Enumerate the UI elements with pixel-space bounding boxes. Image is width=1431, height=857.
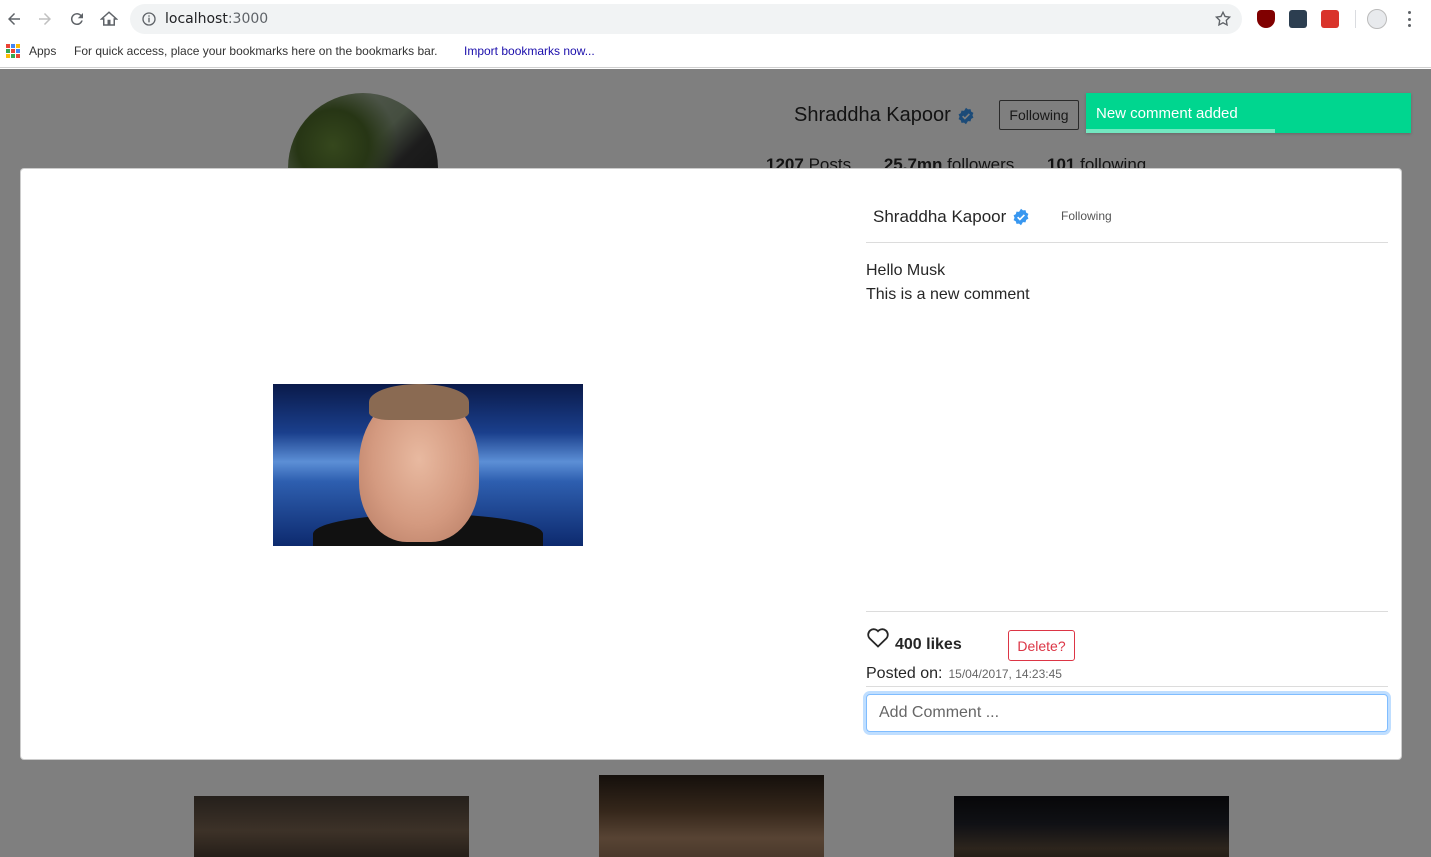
home-icon[interactable]: [97, 7, 121, 31]
posted-label: Posted on:: [866, 665, 943, 682]
browser-toolbar: localhost:3000: [0, 0, 1431, 38]
bookmarks-bar: Apps For quick access, place your bookma…: [0, 38, 1431, 68]
reload-icon[interactable]: [65, 7, 89, 31]
post-follow-link[interactable]: Following: [1061, 209, 1112, 223]
bookmark-star-icon[interactable]: [1214, 10, 1232, 28]
toolbar-divider: [1355, 10, 1356, 28]
comment-line: Hello Musk: [866, 262, 946, 279]
import-bookmarks-link[interactable]: Import bookmarks now...: [464, 44, 595, 58]
post-comments: Hello Musk This is a new comment: [866, 259, 1030, 307]
likes-count: 400 likes: [895, 636, 962, 653]
verified-badge-icon: [1013, 208, 1029, 226]
delete-button[interactable]: Delete?: [1008, 630, 1075, 661]
apps-grid-icon[interactable]: [6, 44, 20, 58]
url-text: localhost:3000: [165, 11, 269, 27]
posted-on: Posted on: 15/04/2017, 14:23:45: [866, 665, 1388, 687]
ublock-extension-icon[interactable]: [1257, 10, 1275, 28]
toast-notification[interactable]: New comment added: [1086, 93, 1411, 133]
address-bar[interactable]: localhost:3000: [130, 4, 1242, 34]
post-image: [273, 384, 583, 546]
forward-arrow-icon[interactable]: [33, 7, 57, 31]
apps-link[interactable]: Apps: [29, 44, 56, 58]
profile-avatar-icon[interactable]: [1367, 9, 1387, 29]
comment-input[interactable]: [866, 694, 1388, 732]
toast-progress-bar: [1086, 129, 1275, 133]
extension-icon[interactable]: [1321, 10, 1339, 28]
info-icon[interactable]: [141, 11, 157, 27]
post-details: Shraddha Kapoor Following Hello Musk Thi…: [866, 169, 1388, 761]
post-modal: Shraddha Kapoor Following Hello Musk Thi…: [20, 168, 1402, 760]
heart-icon[interactable]: [866, 626, 890, 648]
menu-kebab-icon[interactable]: [1404, 9, 1414, 29]
post-header: Shraddha Kapoor Following: [866, 169, 1388, 243]
back-arrow-icon[interactable]: [2, 7, 26, 31]
post-author[interactable]: Shraddha Kapoor: [873, 207, 1030, 227]
extension-icon[interactable]: [1289, 10, 1307, 28]
bookmarks-hint: For quick access, place your bookmarks h…: [74, 44, 438, 58]
post-footer: 400 likes Delete? Posted on: 15/04/2017, …: [866, 611, 1388, 761]
comment-line: This is a new comment: [866, 286, 1030, 303]
toast-message: New comment added: [1096, 105, 1238, 122]
post-author-name[interactable]: Shraddha Kapoor: [873, 207, 1006, 227]
posted-date: 15/04/2017, 14:23:45: [948, 667, 1062, 681]
